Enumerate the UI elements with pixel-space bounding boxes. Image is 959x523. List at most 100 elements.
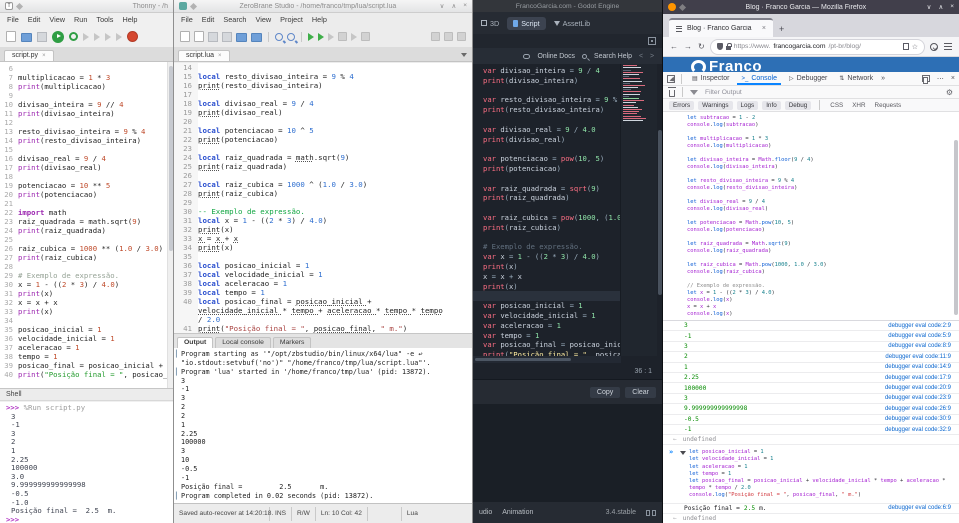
tab-local-console[interactable]: Local console [215, 337, 271, 348]
webpage-header[interactable]: Franco [663, 57, 959, 72]
minimize-button[interactable]: ∨ [927, 3, 932, 11]
filter-pill[interactable]: Warnings [698, 100, 733, 110]
zerobrane-titlebar[interactable]: ZeroBrane Studio - /home/franco/tmp/lua/… [174, 0, 472, 13]
stop-icon[interactable] [127, 31, 138, 42]
history-forward-button[interactable]: > [650, 53, 654, 60]
log-source-link[interactable]: debugger eval code:26:9 [885, 406, 951, 412]
save-icon[interactable] [37, 31, 47, 42]
maximize-button[interactable]: ∧ [451, 2, 456, 10]
copy-button[interactable]: Copy [589, 386, 621, 398]
settings-gear-icon[interactable]: ⚙ [946, 88, 953, 97]
log-source-link[interactable]: debugger eval code:6:9 [888, 505, 951, 511]
menu-item[interactable]: Edit [28, 15, 41, 24]
more-tabs-button[interactable]: » [881, 75, 885, 82]
tab-markers[interactable]: Markers [272, 337, 312, 348]
resume-icon[interactable] [116, 32, 122, 41]
back-button[interactable]: ← [670, 42, 678, 51]
debug-icon[interactable] [318, 32, 324, 41]
new-file-dropdown-icon[interactable] [194, 31, 204, 42]
log-source-link[interactable]: debugger eval code:20:9 [885, 385, 951, 391]
close-button[interactable]: × [950, 3, 954, 11]
maximize-button[interactable]: ∧ [938, 3, 943, 11]
layout-output-icon[interactable] [444, 32, 453, 41]
online-docs-button[interactable]: Online Docs [537, 53, 575, 60]
distraction-free-icon[interactable] [648, 37, 656, 45]
editor-tab[interactable]: script.py × [4, 50, 54, 61]
menu-item[interactable]: Help [122, 15, 137, 24]
editor-hscrollbar[interactable] [473, 356, 621, 363]
menu-item[interactable]: Help [312, 15, 327, 24]
filter-pill[interactable]: Errors [669, 100, 695, 110]
filter-input[interactable] [703, 87, 941, 97]
menu-item[interactable]: Tools [96, 15, 113, 24]
devtools-close-button[interactable]: × [951, 75, 955, 82]
tab-inspector[interactable]: ▤ Inspector [688, 72, 733, 85]
pause-icon[interactable] [361, 32, 370, 41]
tab-network[interactable]: ⇅ Network [835, 72, 877, 85]
tracking-protection-icon[interactable] [716, 43, 723, 50]
log-source-link[interactable]: debugger eval code:5:9 [888, 333, 951, 339]
site-logo[interactable]: Franco [691, 58, 762, 72]
search-help-button[interactable]: Search Help [594, 53, 632, 60]
new-file-icon[interactable] [180, 31, 190, 42]
browser-tab[interactable]: Blog · Franco Garcia × [669, 18, 773, 37]
save-all-icon[interactable] [222, 31, 232, 42]
clear-button[interactable]: Clear [625, 386, 656, 398]
gdscript-code-editor[interactable]: var divisao_inteira = 9 / 4 print(divisao… [473, 64, 621, 356]
menu-item[interactable]: Search [223, 15, 246, 24]
menu-item[interactable]: File [181, 15, 193, 24]
tab-close-icon[interactable]: × [42, 53, 46, 59]
menu-item[interactable]: View [255, 15, 271, 24]
tab-3d[interactable]: 3D [481, 19, 499, 28]
reader-mode-icon[interactable] [902, 43, 909, 50]
pick-element-icon[interactable] [667, 74, 675, 83]
tab-close-icon[interactable]: × [762, 25, 766, 32]
new-tab-button[interactable]: + [779, 24, 784, 37]
lua-code-editor[interactable]: 14 15 local resto_divisao_inteira = 9 % 4… [174, 63, 472, 333]
forward-button[interactable]: → [684, 42, 692, 51]
bottom-tab-animation[interactable]: Animation [502, 509, 533, 516]
devtools-menu-button[interactable]: ⋯ [937, 75, 944, 83]
run-icon[interactable] [52, 30, 64, 43]
open-project-icon[interactable] [236, 32, 247, 42]
tab-script[interactable]: Script [507, 16, 546, 30]
step-over-icon[interactable] [83, 32, 89, 41]
menu-item[interactable]: Project [280, 15, 303, 24]
step-into-icon[interactable] [94, 32, 100, 41]
python-shell[interactable]: >>> %Run script.py 3 -1 3 2 1 2.25 100000 3.0 9.… [0, 402, 173, 523]
tab-assetlib[interactable]: AssetLib [553, 19, 590, 28]
new-file-icon[interactable] [6, 31, 16, 42]
menu-item[interactable]: File [7, 15, 19, 24]
console-output[interactable]: let subtracao = 1 - 2 console.log(subtrac… [663, 112, 959, 523]
tab-console[interactable]: >_ Console [737, 72, 781, 85]
filter-pill[interactable]: Debug [784, 100, 812, 110]
step-over-icon[interactable] [351, 32, 357, 41]
tab-debugger[interactable]: ▷ Debugger [785, 72, 831, 85]
editor-scrollbar[interactable] [167, 62, 173, 388]
layout-console-icon[interactable] [431, 32, 440, 41]
godot-titlebar[interactable]: FrancoGarcia.com - Godot Engine [473, 0, 662, 12]
filter-pill[interactable]: Info [762, 100, 781, 110]
clear-console-icon[interactable] [668, 86, 676, 97]
step-into-icon[interactable] [328, 32, 334, 41]
log-source-link[interactable]: debugger eval code:14:9 [885, 364, 951, 370]
firefox-titlebar[interactable]: Blog · Franco Garcia — Mozilla Firefox ∨… [663, 0, 959, 14]
filter-pill[interactable]: Logs [736, 100, 759, 110]
pocket-icon[interactable] [930, 42, 938, 51]
open-file-icon[interactable] [21, 32, 32, 42]
log-source-link[interactable]: debugger eval code:11:9 [885, 354, 951, 360]
log-source-link[interactable]: debugger eval code:2:9 [888, 323, 951, 329]
debug-icon[interactable] [69, 32, 78, 41]
editor-tab[interactable]: script.lua × [178, 50, 230, 61]
log-source-link[interactable]: debugger eval code:23:9 [885, 395, 951, 401]
shell-prompt[interactable]: >>> [6, 515, 19, 523]
thonny-titlebar[interactable]: T Thonny - /h [0, 0, 173, 13]
expand-triangle-icon[interactable] [680, 451, 686, 456]
code-minimap[interactable] [620, 64, 657, 356]
log-source-link[interactable]: debugger eval code:30:9 [885, 416, 951, 422]
output-panel[interactable]: ▎ Program starting as '"/opt/zbstudio/bi… [174, 348, 472, 503]
filter-toggle[interactable]: CSS [828, 101, 845, 110]
log-source-link[interactable]: debugger eval code:32:9 [885, 427, 951, 433]
menu-item[interactable]: Edit [202, 15, 215, 24]
layout-project-icon[interactable] [457, 32, 466, 41]
